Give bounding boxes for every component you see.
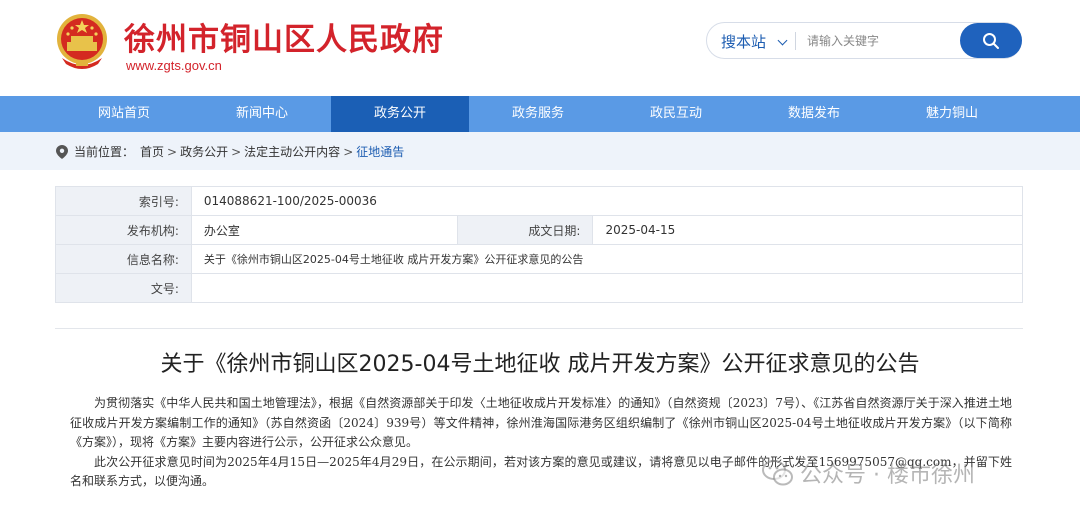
breadcrumb-prefix: 当前位置： bbox=[74, 145, 135, 159]
document-title: 关于《徐州市铜山区2025-04号土地征收 成片开发方案》公开征求意见的公告 bbox=[160, 352, 920, 377]
nav-item-home[interactable]: 网站首页 bbox=[55, 96, 193, 132]
search-button[interactable] bbox=[960, 23, 1022, 58]
table-row: 索引号: 014088621-100/2025-00036 bbox=[55, 186, 1024, 216]
nav-item-gov-services[interactable]: 政务服务 bbox=[469, 96, 607, 132]
search-input[interactable] bbox=[807, 29, 957, 53]
docno-label: 文号: bbox=[55, 273, 192, 303]
chevron-down-icon[interactable] bbox=[777, 35, 788, 46]
nav-item-data[interactable]: 数据发布 bbox=[745, 96, 883, 132]
breadcrumb: 当前位置： 首页 > 政务公开 > 法定主动公开内容 > 征地通告 bbox=[56, 143, 404, 160]
nav-item-news[interactable]: 新闻中心 bbox=[193, 96, 331, 132]
site-url[interactable]: www.zgts.gov.cn bbox=[126, 58, 222, 73]
site-title[interactable]: 徐州市铜山区人民政府 bbox=[124, 14, 444, 59]
site-header: 徐州市铜山区人民政府 www.zgts.gov.cn 搜本站 bbox=[0, 0, 1080, 96]
nav-item-interaction[interactable]: 政民互动 bbox=[607, 96, 745, 132]
search-divider bbox=[795, 32, 796, 50]
watermark: 公众号 · 楼市徐州 bbox=[762, 456, 975, 490]
search-box: 搜本站 bbox=[706, 22, 1022, 59]
breadcrumb-statutory[interactable]: 法定主动公开内容 bbox=[244, 143, 340, 160]
org-label: 发布机构: bbox=[55, 215, 192, 245]
breadcrumb-gov-affairs[interactable]: 政务公开 bbox=[180, 143, 228, 160]
name-value: 关于《徐州市铜山区2025-04号土地征收 成片开发方案》公开征求意见的公告 bbox=[190, 244, 1024, 274]
divider bbox=[55, 328, 1023, 329]
org-value: 办公室 bbox=[190, 215, 458, 245]
location-pin-icon bbox=[56, 144, 68, 159]
index-label: 索引号: bbox=[55, 186, 192, 216]
breadcrumb-current[interactable]: 征地通告 bbox=[356, 143, 404, 160]
name-label: 信息名称: bbox=[55, 244, 192, 274]
document-meta-table: 索引号: 014088621-100/2025-00036 发布机构: 办公室 … bbox=[55, 186, 1024, 303]
breadcrumb-home[interactable]: 首页 bbox=[140, 143, 164, 160]
nav-item-charm[interactable]: 魅力铜山 bbox=[883, 96, 1021, 132]
table-row: 信息名称: 关于《徐州市铜山区2025-04号土地征收 成片开发方案》公开征求意… bbox=[55, 244, 1024, 274]
national-emblem-icon[interactable] bbox=[54, 12, 110, 72]
table-row: 文号: bbox=[55, 273, 1024, 303]
date-label: 成文日期: bbox=[456, 215, 594, 245]
body-paragraph: 为贯彻落实《中华人民共和国土地管理法》，根据《自然资源部关于印发〈土地征收成片开… bbox=[70, 396, 1012, 449]
table-row: 发布机构: 办公室 成文日期: 2025-04-15 bbox=[55, 215, 1023, 245]
docno-value bbox=[190, 273, 1024, 303]
date-value: 2025-04-15 bbox=[592, 215, 1023, 245]
watermark-text: 公众号 · 楼市徐州 bbox=[800, 463, 975, 488]
nav-item-gov-affairs[interactable]: 政务公开 bbox=[331, 96, 469, 132]
main-nav: 网站首页 新闻中心 政务公开 政务服务 政民互动 数据发布 魅力铜山 bbox=[0, 96, 1080, 132]
wechat-icon bbox=[762, 460, 793, 486]
breadcrumb-separator: > bbox=[343, 144, 354, 159]
breadcrumb-separator: > bbox=[231, 144, 242, 159]
search-scope-select[interactable]: 搜本站 bbox=[721, 31, 766, 52]
breadcrumb-bar: 当前位置： 首页 > 政务公开 > 法定主动公开内容 > 征地通告 bbox=[0, 132, 1080, 170]
index-value: 014088621-100/2025-00036 bbox=[190, 186, 1024, 216]
breadcrumb-separator: > bbox=[167, 144, 178, 159]
search-icon bbox=[983, 32, 999, 49]
